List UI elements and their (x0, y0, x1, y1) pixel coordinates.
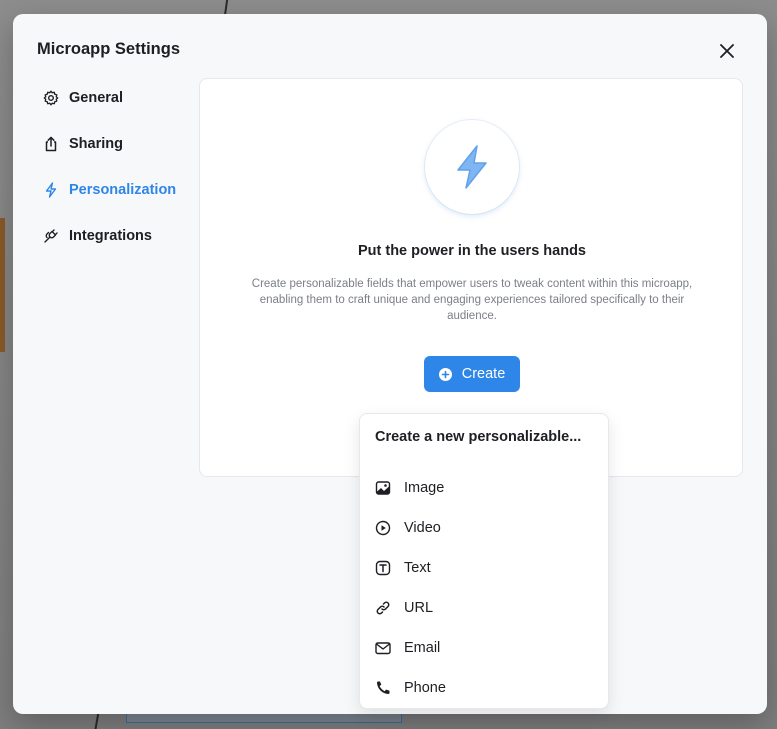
backdrop-shape (0, 398, 10, 438)
menu-item-image[interactable]: Image (375, 468, 595, 508)
sidebar-item-personalization[interactable]: Personalization (43, 178, 203, 202)
bolt-icon (43, 182, 59, 198)
plus-circle-icon (438, 367, 452, 381)
gear-icon (43, 90, 59, 106)
sidebar-item-integrations[interactable]: Integrations (43, 224, 203, 248)
mail-icon (375, 640, 391, 656)
menu-item-text[interactable]: Text (375, 548, 595, 588)
menu-item-phone[interactable]: Phone (375, 668, 595, 708)
backdrop-shape (0, 218, 5, 352)
sidebar-item-label: General (69, 90, 123, 106)
backdrop-line (94, 712, 100, 729)
create-button-label: Create (461, 366, 506, 382)
text-icon (375, 560, 391, 576)
close-icon (720, 44, 734, 58)
link-icon (375, 600, 391, 616)
menu-item-label: URL (404, 600, 434, 616)
panel-heading: Put the power in the users hands (357, 243, 586, 259)
sidebar-item-label: Integrations (69, 228, 152, 244)
phone-icon (375, 680, 391, 696)
menu-item-label: Text (404, 560, 431, 576)
create-personalizable-menu: Create a new personalizable... Image Vid… (359, 413, 609, 709)
settings-modal: Microapp Settings General Sharing Person… (13, 14, 767, 714)
settings-sidebar: General Sharing Personalization Integrat… (43, 86, 203, 270)
image-icon (375, 480, 391, 496)
menu-item-label: Email (404, 640, 441, 656)
sidebar-item-general[interactable]: General (43, 86, 203, 110)
menu-item-label: Image (404, 480, 445, 496)
sidebar-item-sharing[interactable]: Sharing (43, 132, 203, 156)
play-icon (375, 520, 391, 536)
plug-icon (43, 228, 59, 244)
share-icon (43, 136, 59, 152)
menu-title: Create a new personalizable... (375, 429, 582, 445)
modal-title: Microapp Settings (37, 40, 181, 58)
menu-list: Image Video Text URL Email Phone (375, 468, 595, 708)
hero-badge (425, 120, 519, 214)
menu-item-label: Phone (404, 680, 446, 696)
menu-item-email[interactable]: Email (375, 628, 595, 668)
sidebar-item-label: Personalization (69, 182, 177, 198)
sidebar-item-label: Sharing (69, 136, 123, 152)
menu-item-video[interactable]: Video (375, 508, 595, 548)
close-button[interactable] (713, 37, 741, 65)
panel-description: Create personalizable fields that empowe… (251, 278, 693, 322)
menu-item-url[interactable]: URL (375, 588, 595, 628)
create-button[interactable]: Create (424, 356, 520, 392)
bolt-icon (457, 145, 487, 189)
menu-item-label: Video (404, 520, 441, 536)
